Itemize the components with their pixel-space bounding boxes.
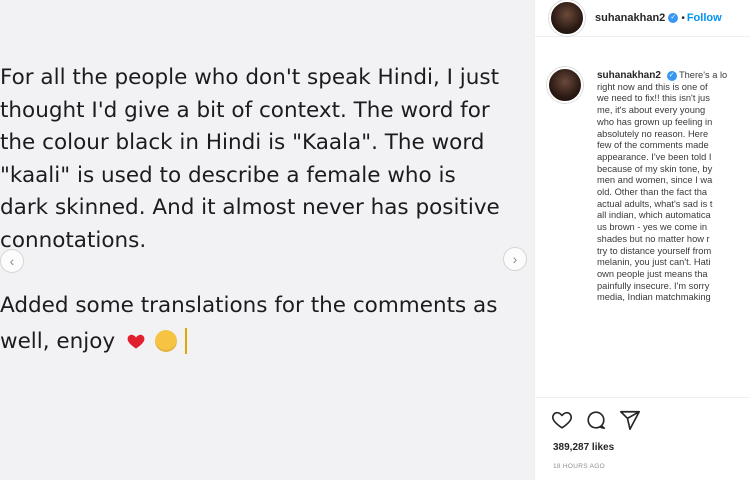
header-username[interactable]: suhanakhan2 (595, 12, 665, 24)
media-text: For all the people who don't speak Hindi… (0, 62, 534, 355)
heart-icon[interactable] (551, 409, 573, 431)
media-line: connotations. (0, 227, 147, 253)
grinning-sweat-face-emoji (154, 330, 177, 352)
caption-line: who has grown up feeling in (597, 116, 713, 127)
caption-line: old. Other than the fact tha (597, 187, 708, 198)
caption-line: because of my skin tone, by (597, 163, 713, 174)
caption-avatar[interactable] (547, 67, 583, 103)
verified-icon: ✓ (668, 13, 679, 23)
caption-line: we need to fix!! this isn't jus (597, 93, 710, 104)
caption-text: There's a lo (678, 70, 728, 80)
divider (535, 397, 750, 398)
chevron-left-icon: ‹ (9, 253, 15, 269)
caption-line: melanin, you just can't. Hati (597, 257, 711, 268)
caption-line: right now and this is one of (597, 81, 708, 92)
media-line: Added some translations for the comments… (0, 292, 498, 318)
media-line: dark skinned. And it almost never has po… (0, 195, 500, 220)
caption-line: appearance. I've been told I (597, 151, 712, 162)
follow-button[interactable]: Follow (687, 12, 722, 24)
text-caret (184, 328, 187, 354)
caption-line: actual adults, what's sad is t (597, 198, 713, 209)
media-line: the colour black in Hindi is "Kaala". Th… (0, 130, 485, 155)
caption-line: media, Indian matchmaking (597, 292, 711, 303)
post-media: For all the people who don't speak Hindi… (0, 0, 534, 480)
media-line-text: well, enjoy (0, 329, 116, 354)
caption-line: me, it's about every young (597, 105, 706, 116)
share-icon[interactable] (619, 409, 641, 431)
next-slide-button[interactable]: › (503, 247, 527, 271)
post-caption: suhanakhan2 ✓ There's a lo right now and… (535, 62, 750, 402)
avatar[interactable] (549, 0, 585, 36)
comment-icon[interactable] (585, 409, 607, 431)
caption-line-first: suhanakhan2 ✓ There's a lo (597, 70, 750, 82)
caption-line: own people just means tha (597, 268, 708, 279)
media-line: thought I'd give a bit of context. The w… (0, 97, 490, 123)
caption-line: few of the comments made (597, 140, 709, 151)
likes-count[interactable]: 389,287 likes (553, 442, 614, 453)
post-actions (551, 409, 641, 431)
previous-slide-button[interactable]: ‹ (0, 249, 24, 273)
red-heart-emoji (127, 334, 145, 349)
caption-username[interactable]: suhanakhan2 (597, 70, 661, 81)
post-sidebar: suhanakhan2 ✓ • Follow suhanakhan2 ✓ The… (534, 0, 750, 480)
caption-line: shades but no matter how r (597, 233, 710, 244)
media-line-last: well, enjoy (0, 322, 534, 355)
header-separator: • (681, 12, 685, 24)
chevron-right-icon: › (512, 251, 518, 267)
caption-line: all indian, which automatica (597, 210, 711, 221)
post-header: suhanakhan2 ✓ • Follow (535, 0, 750, 37)
caption-line: men and women, since I wa (597, 175, 713, 186)
post-timestamp[interactable]: 18 HOURS AGO (553, 463, 605, 470)
media-line: "kaali" is used to describe a female who… (0, 162, 456, 188)
caption-line: us brown - yes we come in (597, 222, 708, 233)
verified-icon: ✓ (666, 70, 677, 81)
caption-line: painfully insecure. I'm sorry (597, 280, 710, 291)
caption-body: suhanakhan2 ✓ There's a lo right now and… (597, 70, 750, 304)
caption-line: absolutely no reason. Here (597, 128, 709, 139)
caption-line: try to distance yourself from (597, 245, 712, 256)
media-line: For all the people who don't speak Hindi… (0, 65, 500, 90)
